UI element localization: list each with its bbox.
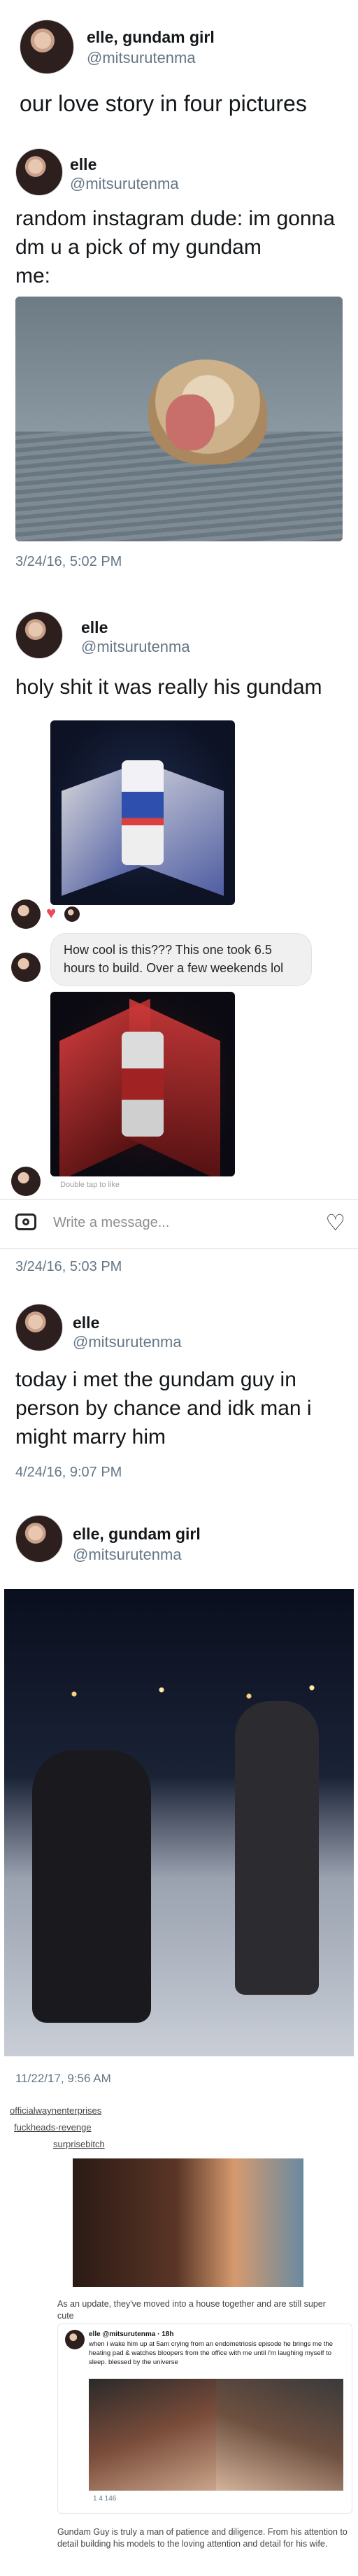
display-name[interactable]: elle, gundam girl xyxy=(87,28,215,47)
heart-outline-icon[interactable]: ♡ xyxy=(325,1209,345,1236)
tweet-text: holy shit it was really his gundam xyxy=(15,676,322,699)
display-name[interactable]: elle xyxy=(70,155,96,174)
embedded-avatar xyxy=(65,2330,85,2349)
couple-selfie-left xyxy=(89,2379,216,2491)
tweet-text: random instagram dude: im gonna dm u a p… xyxy=(15,207,335,259)
screenshot-page: elle, gundam girl @mitsurutenma our love… xyxy=(0,0,358,2576)
dm-avatar xyxy=(11,899,41,929)
tumblr-username-1[interactable]: officialwaynenterprises xyxy=(10,2105,101,2116)
standing-woman xyxy=(235,1701,319,1995)
tweet-text: our love story in four pictures xyxy=(20,91,307,116)
display-name[interactable]: elle, gundam girl xyxy=(73,1525,201,1544)
handle[interactable]: @mitsurutenma xyxy=(73,1546,182,1564)
monkey-face xyxy=(166,394,215,450)
embedded-tweet-author: elle @mitsurutenma · 18h xyxy=(89,2331,174,2338)
profile-avatar[interactable] xyxy=(15,611,63,659)
snow-monkey-photo[interactable] xyxy=(15,297,343,541)
profile-avatar[interactable] xyxy=(15,1515,63,1563)
handle[interactable]: @mitsurutenma xyxy=(87,49,196,67)
gundam-body xyxy=(122,760,164,865)
profile-avatar[interactable] xyxy=(15,1304,63,1351)
profile-avatar[interactable] xyxy=(20,20,74,74)
dm-composer: Write a message... ♡ xyxy=(0,1199,358,1249)
embedded-tweet[interactable]: elle @mitsurutenma · 18h when i wake him… xyxy=(57,2324,352,2514)
dm-avatar xyxy=(11,953,41,982)
gundam-photo-red[interactable] xyxy=(50,992,235,1176)
message-input[interactable]: Write a message... xyxy=(53,1215,169,1231)
couple-selfie-right xyxy=(216,2379,343,2491)
reaction-photo[interactable] xyxy=(73,2158,303,2287)
dm-avatar xyxy=(11,1167,41,1196)
dm-liker-avatar xyxy=(64,906,80,922)
timestamp[interactable]: 11/22/17, 9:56 AM xyxy=(15,2072,111,2086)
handle[interactable]: @mitsurutenma xyxy=(70,175,179,193)
double-tap-hint: Double tap to like xyxy=(60,1181,120,1189)
proposal-photo[interactable] xyxy=(4,1589,354,2056)
embedded-tweet-actions[interactable]: 1 4 146 xyxy=(93,2495,116,2503)
dm-message-bubble[interactable]: How cool is this??? This one took 6.5 ho… xyxy=(50,933,312,986)
camera-icon[interactable] xyxy=(15,1214,36,1230)
update-caption: As an update, they've moved into a house… xyxy=(57,2299,326,2321)
timestamp[interactable]: 3/24/16, 5:03 PM xyxy=(15,1259,122,1275)
like-heart-icon[interactable]: ♥ xyxy=(46,904,56,923)
tweet-text: today i met the gundam guy in person by … xyxy=(15,1368,312,1449)
tumblr-username-2[interactable]: fuckheads-revenge xyxy=(14,2122,92,2133)
closing-caption: Gundam Guy is truly a man of patience an… xyxy=(57,2527,348,2549)
kneeling-man xyxy=(32,1750,151,2023)
me-label: me: xyxy=(15,264,51,287)
timestamp[interactable]: 4/24/16, 9:07 PM xyxy=(15,1465,122,1481)
embedded-tweet-text: when i wake him up at 5am crying from an… xyxy=(89,2340,334,2366)
display-name[interactable]: elle xyxy=(81,618,108,637)
gundam-photo-white[interactable] xyxy=(50,720,235,905)
handle[interactable]: @mitsurutenma xyxy=(73,1333,182,1351)
handle[interactable]: @mitsurutenma xyxy=(81,638,190,656)
timestamp[interactable]: 3/24/16, 5:02 PM xyxy=(15,554,122,570)
tumblr-username-3[interactable]: surprisebitch xyxy=(53,2139,105,2149)
display-name[interactable]: elle xyxy=(73,1314,99,1332)
profile-avatar[interactable] xyxy=(15,148,63,196)
gundam-body xyxy=(122,1032,164,1137)
